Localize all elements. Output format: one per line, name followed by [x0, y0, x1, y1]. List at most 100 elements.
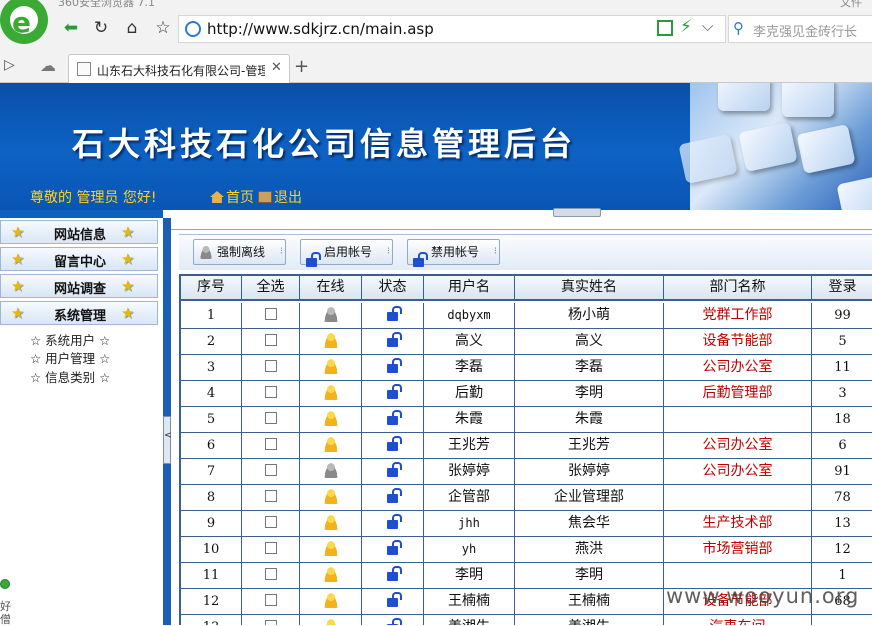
- dept-cell: 设备节能部: [664, 329, 812, 355]
- status-cell[interactable]: [362, 303, 424, 329]
- realname-cell: 杨小萌: [515, 303, 664, 329]
- status-cell[interactable]: [362, 511, 424, 537]
- row-checkbox-cell[interactable]: [242, 459, 300, 485]
- header-col-select-all[interactable]: 全选: [242, 274, 300, 301]
- star-icon: ★: [121, 277, 135, 295]
- lock-icon[interactable]: [387, 358, 402, 373]
- row-number: 1: [181, 303, 242, 329]
- status-cell[interactable]: [362, 329, 424, 355]
- dept-cell: 汽車车间: [664, 615, 812, 625]
- row-checkbox[interactable]: [264, 516, 277, 528]
- status-cell[interactable]: [362, 589, 424, 615]
- lock-icon[interactable]: [387, 462, 402, 477]
- status-cell[interactable]: [362, 381, 424, 407]
- favorite-star-icon[interactable]: ☆: [150, 16, 176, 40]
- back-arrow-icon[interactable]: ⬅: [58, 16, 84, 40]
- status-cell[interactable]: [362, 537, 424, 563]
- address-bar[interactable]: http://www.sdkjrz.cn/main.asp: [178, 15, 726, 43]
- disable-account-button[interactable]: 禁用帐号 ⁝: [407, 239, 500, 267]
- status-dot-icon: [0, 579, 10, 589]
- status-cell[interactable]: [362, 615, 424, 625]
- status-cell[interactable]: [362, 355, 424, 381]
- row-checkbox-cell[interactable]: [242, 589, 300, 615]
- menu-item-user-management[interactable]: ☆ 用户管理 ☆: [30, 348, 110, 367]
- realname-cell: 王兆芳: [515, 433, 664, 459]
- row-checkbox[interactable]: [264, 464, 277, 476]
- row-checkbox-cell[interactable]: [242, 485, 300, 511]
- lock-icon[interactable]: [387, 566, 402, 581]
- row-checkbox-cell[interactable]: [242, 407, 300, 433]
- row-checkbox[interactable]: [264, 386, 277, 398]
- enable-account-button[interactable]: 启用帐号 ⁝: [300, 239, 393, 267]
- header-col-login: 登录: [812, 274, 872, 301]
- row-checkbox-cell[interactable]: [242, 537, 300, 563]
- lock-icon[interactable]: [387, 488, 402, 503]
- close-icon[interactable]: ✕: [271, 60, 282, 75]
- online-cell: [300, 459, 362, 485]
- status-cell[interactable]: [362, 433, 424, 459]
- row-number: 12: [181, 589, 242, 615]
- menu-section-messages[interactable]: ★ 留言中心 ★: [0, 247, 158, 271]
- row-checkbox-cell[interactable]: [242, 615, 300, 625]
- chevron-down-icon[interactable]: ⌵: [702, 17, 713, 35]
- refresh-icon[interactable]: ↻: [88, 16, 114, 40]
- lock-icon[interactable]: [387, 332, 402, 347]
- row-checkbox[interactable]: [264, 334, 277, 346]
- row-checkbox[interactable]: [264, 594, 277, 606]
- menu-item-system-users[interactable]: ☆ 系统用户 ☆: [30, 330, 110, 349]
- status-cell[interactable]: [362, 485, 424, 511]
- menu-section-site-info[interactable]: ★ 网站信息 ★: [0, 220, 158, 244]
- status-cell[interactable]: [362, 563, 424, 589]
- header-banner: 石大科技石化公司信息管理后台 尊敬的 管理员 您好! 首页 退出: [0, 83, 872, 210]
- row-checkbox[interactable]: [264, 490, 277, 502]
- qr-code-icon[interactable]: [657, 20, 673, 36]
- lock-icon[interactable]: [387, 306, 402, 321]
- menu-section-survey[interactable]: ★ 网站调查 ★: [0, 274, 158, 298]
- speed-mode-icon[interactable]: ⚡: [680, 17, 692, 37]
- tab-main[interactable]: 山东石大科技石化有限公司-管理 ✕: [68, 54, 290, 83]
- cloud-icon[interactable]: ☁: [40, 56, 56, 75]
- home-icon[interactable]: ⌂: [119, 16, 145, 40]
- row-checkbox[interactable]: [264, 620, 277, 625]
- menu-item-info-category[interactable]: ☆ 信息类别 ☆: [30, 367, 110, 386]
- row-checkbox[interactable]: [264, 542, 277, 554]
- row-checkbox[interactable]: [264, 438, 277, 450]
- row-checkbox-cell[interactable]: [242, 303, 300, 329]
- lock-icon[interactable]: [387, 384, 402, 399]
- menu-file[interactable]: 文件: [840, 0, 862, 10]
- menu-section-label: 留言中心: [53, 255, 106, 270]
- status-cell[interactable]: [362, 407, 424, 433]
- row-checkbox[interactable]: [264, 412, 277, 424]
- row-checkbox-cell[interactable]: [242, 563, 300, 589]
- address-text[interactable]: http://www.sdkjrz.cn/main.asp: [207, 20, 434, 38]
- row-checkbox[interactable]: [264, 308, 277, 320]
- lock-icon[interactable]: [387, 410, 402, 425]
- lock-icon[interactable]: [387, 514, 402, 529]
- logout-link[interactable]: 退出: [258, 187, 302, 207]
- row-checkbox-cell[interactable]: [242, 433, 300, 459]
- login-count-cell: 18: [812, 407, 872, 433]
- user-online-icon: [322, 540, 339, 556]
- lock-icon[interactable]: [387, 592, 402, 607]
- force-offline-button[interactable]: 强制离线 ⁝: [193, 239, 286, 265]
- status-cell[interactable]: [362, 459, 424, 485]
- header-collapse-handle[interactable]: [553, 208, 601, 217]
- globe-icon: [185, 21, 201, 37]
- row-checkbox[interactable]: [264, 360, 277, 372]
- sidebar-toggle-icon[interactable]: ▷: [4, 57, 15, 73]
- lock-icon[interactable]: [387, 540, 402, 555]
- search-input[interactable]: ⚲ 李克强见金砖行长: [728, 15, 872, 43]
- home-link[interactable]: 首页: [210, 187, 254, 207]
- dept-cell: 公司办公室: [664, 459, 812, 485]
- menu-section-system[interactable]: ★ 系统管理 ★: [0, 301, 158, 325]
- row-checkbox[interactable]: [264, 568, 277, 580]
- new-tab-plus-icon[interactable]: +: [294, 56, 309, 77]
- row-checkbox-cell[interactable]: [242, 329, 300, 355]
- user-online-icon: [322, 410, 339, 426]
- lock-icon[interactable]: [387, 436, 402, 451]
- row-checkbox-cell[interactable]: [242, 381, 300, 407]
- page-favicon-icon: [77, 62, 91, 76]
- row-number: 9: [181, 511, 242, 537]
- row-checkbox-cell[interactable]: [242, 511, 300, 537]
- row-checkbox-cell[interactable]: [242, 355, 300, 381]
